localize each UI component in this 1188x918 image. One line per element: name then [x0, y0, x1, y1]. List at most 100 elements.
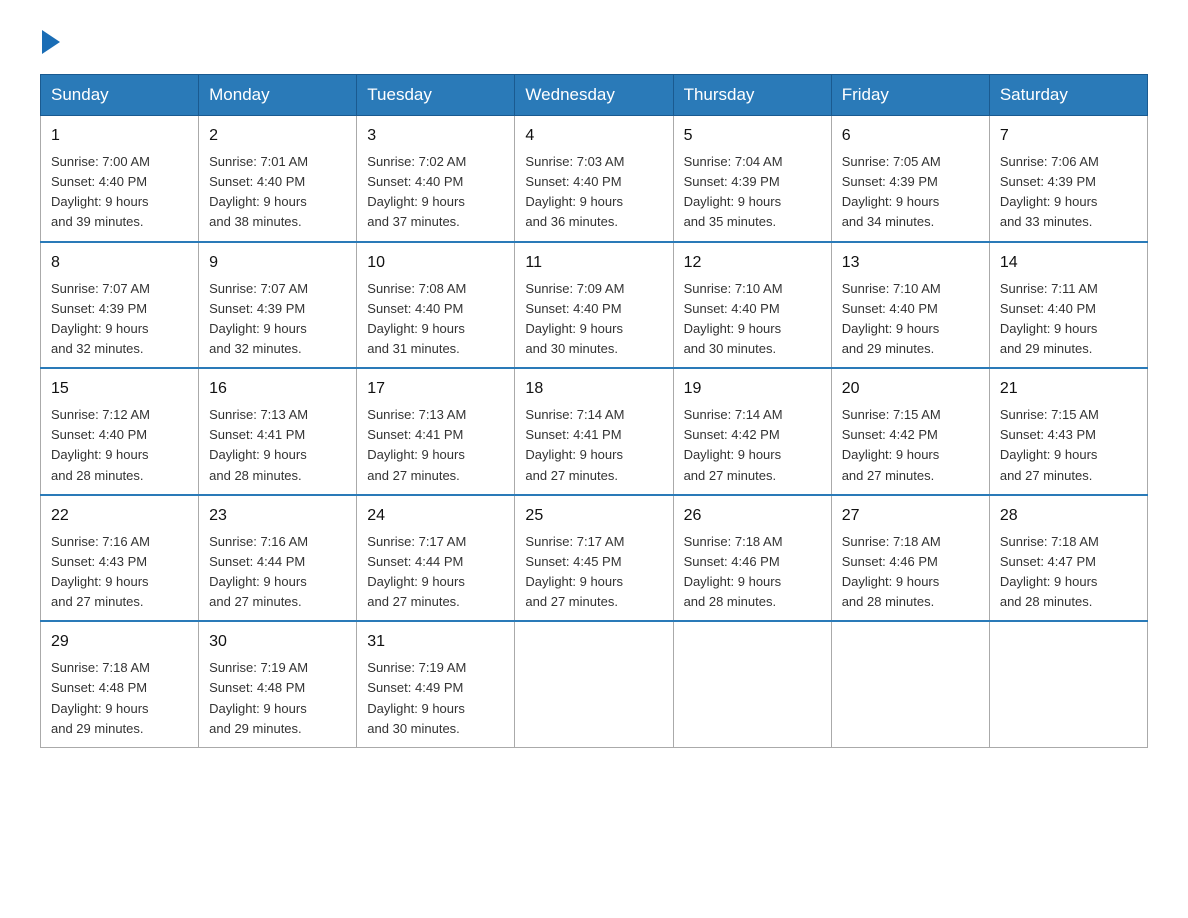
- day-info: Sunrise: 7:10 AMSunset: 4:40 PMDaylight:…: [684, 279, 821, 360]
- day-info: Sunrise: 7:07 AMSunset: 4:39 PMDaylight:…: [209, 279, 346, 360]
- day-info: Sunrise: 7:14 AMSunset: 4:42 PMDaylight:…: [684, 405, 821, 486]
- day-number: 10: [367, 251, 504, 275]
- day-number: 13: [842, 251, 979, 275]
- calendar-cell: 10 Sunrise: 7:08 AMSunset: 4:40 PMDayligh…: [357, 242, 515, 369]
- calendar-cell: 13 Sunrise: 7:10 AMSunset: 4:40 PMDayligh…: [831, 242, 989, 369]
- day-info: Sunrise: 7:08 AMSunset: 4:40 PMDaylight:…: [367, 279, 504, 360]
- calendar-cell: 18 Sunrise: 7:14 AMSunset: 4:41 PMDayligh…: [515, 368, 673, 495]
- calendar-cell: 31Sunrise: 7:19 AMSunset: 4:49 PMDayligh…: [357, 621, 515, 747]
- day-number: 11: [525, 251, 662, 275]
- calendar-cell: [673, 621, 831, 747]
- calendar-cell: 8Sunrise: 7:07 AMSunset: 4:39 PMDaylight…: [41, 242, 199, 369]
- day-number: 4: [525, 124, 662, 148]
- calendar-cell: 30Sunrise: 7:19 AMSunset: 4:48 PMDayligh…: [199, 621, 357, 747]
- day-info: Sunrise: 7:15 AMSunset: 4:43 PMDaylight:…: [1000, 405, 1137, 486]
- calendar-cell: 4 Sunrise: 7:03 AMSunset: 4:40 PMDaylight…: [515, 116, 673, 242]
- calendar-cell: 1 Sunrise: 7:00 AMSunset: 4:40 PMDaylight…: [41, 116, 199, 242]
- day-number: 23: [209, 504, 346, 528]
- day-number: 9: [209, 251, 346, 275]
- weekday-header-wednesday: Wednesday: [515, 75, 673, 116]
- day-number: 20: [842, 377, 979, 401]
- calendar-cell: 3 Sunrise: 7:02 AMSunset: 4:40 PMDaylight…: [357, 116, 515, 242]
- day-info: Sunrise: 7:14 AMSunset: 4:41 PMDaylight:…: [525, 405, 662, 486]
- calendar-cell: 19 Sunrise: 7:14 AMSunset: 4:42 PMDayligh…: [673, 368, 831, 495]
- weekday-header-thursday: Thursday: [673, 75, 831, 116]
- day-number: 24: [367, 504, 504, 528]
- day-number: 15: [51, 377, 188, 401]
- day-number: 31: [367, 630, 504, 654]
- day-info: Sunrise: 7:13 AMSunset: 4:41 PMDaylight:…: [209, 405, 346, 486]
- day-number: 28: [1000, 504, 1137, 528]
- calendar-cell: 9 Sunrise: 7:07 AMSunset: 4:39 PMDaylight…: [199, 242, 357, 369]
- day-info: Sunrise: 7:04 AMSunset: 4:39 PMDaylight:…: [684, 152, 821, 233]
- calendar-cell: 12 Sunrise: 7:10 AMSunset: 4:40 PMDayligh…: [673, 242, 831, 369]
- calendar-cell: 27 Sunrise: 7:18 AMSunset: 4:46 PMDayligh…: [831, 495, 989, 622]
- day-number: 17: [367, 377, 504, 401]
- calendar-cell: [515, 621, 673, 747]
- day-number: 6: [842, 124, 979, 148]
- day-info: Sunrise: 7:10 AMSunset: 4:40 PMDaylight:…: [842, 279, 979, 360]
- day-info: Sunrise: 7:02 AMSunset: 4:40 PMDaylight:…: [367, 152, 504, 233]
- calendar-week-row: 1 Sunrise: 7:00 AMSunset: 4:40 PMDaylight…: [41, 116, 1148, 242]
- day-info: Sunrise: 7:17 AMSunset: 4:45 PMDaylight:…: [525, 532, 662, 613]
- day-info: Sunrise: 7:06 AMSunset: 4:39 PMDaylight:…: [1000, 152, 1137, 233]
- day-number: 18: [525, 377, 662, 401]
- calendar-cell: 28 Sunrise: 7:18 AMSunset: 4:47 PMDayligh…: [989, 495, 1147, 622]
- weekday-header-saturday: Saturday: [989, 75, 1147, 116]
- day-info: Sunrise: 7:09 AMSunset: 4:40 PMDaylight:…: [525, 279, 662, 360]
- day-info: Sunrise: 7:17 AMSunset: 4:44 PMDaylight:…: [367, 532, 504, 613]
- page-header: [40, 30, 1148, 54]
- day-info: Sunrise: 7:13 AMSunset: 4:41 PMDaylight:…: [367, 405, 504, 486]
- day-number: 19: [684, 377, 821, 401]
- calendar-cell: [989, 621, 1147, 747]
- day-number: 26: [684, 504, 821, 528]
- weekday-header-row: SundayMondayTuesdayWednesdayThursdayFrid…: [41, 75, 1148, 116]
- calendar-cell: 22 Sunrise: 7:16 AMSunset: 4:43 PMDayligh…: [41, 495, 199, 622]
- day-info: Sunrise: 7:18 AMSunset: 4:48 PMDaylight:…: [51, 658, 188, 739]
- day-number: 5: [684, 124, 821, 148]
- calendar-cell: 5 Sunrise: 7:04 AMSunset: 4:39 PMDaylight…: [673, 116, 831, 242]
- day-info: Sunrise: 7:01 AMSunset: 4:40 PMDaylight:…: [209, 152, 346, 233]
- calendar-week-row: 29 Sunrise: 7:18 AMSunset: 4:48 PMDayligh…: [41, 621, 1148, 747]
- day-info: Sunrise: 7:12 AMSunset: 4:40 PMDaylight:…: [51, 405, 188, 486]
- day-info: Sunrise: 7:18 AMSunset: 4:46 PMDaylight:…: [684, 532, 821, 613]
- day-info: Sunrise: 7:18 AMSunset: 4:46 PMDaylight:…: [842, 532, 979, 613]
- calendar-week-row: 15 Sunrise: 7:12 AMSunset: 4:40 PMDayligh…: [41, 368, 1148, 495]
- calendar-cell: 20 Sunrise: 7:15 AMSunset: 4:42 PMDayligh…: [831, 368, 989, 495]
- day-number: 25: [525, 504, 662, 528]
- day-number: 27: [842, 504, 979, 528]
- calendar-cell: 14 Sunrise: 7:11 AMSunset: 4:40 PMDayligh…: [989, 242, 1147, 369]
- day-info: Sunrise: 7:16 AMSunset: 4:43 PMDaylight:…: [51, 532, 188, 613]
- day-number: 7: [1000, 124, 1137, 148]
- calendar-cell: 21Sunrise: 7:15 AMSunset: 4:43 PMDayligh…: [989, 368, 1147, 495]
- day-info: Sunrise: 7:05 AMSunset: 4:39 PMDaylight:…: [842, 152, 979, 233]
- calendar-table: SundayMondayTuesdayWednesdayThursdayFrid…: [40, 74, 1148, 748]
- calendar-cell: 23 Sunrise: 7:16 AMSunset: 4:44 PMDayligh…: [199, 495, 357, 622]
- logo: [40, 30, 62, 54]
- day-info: Sunrise: 7:18 AMSunset: 4:47 PMDaylight:…: [1000, 532, 1137, 613]
- calendar-week-row: 22 Sunrise: 7:16 AMSunset: 4:43 PMDayligh…: [41, 495, 1148, 622]
- day-info: Sunrise: 7:00 AMSunset: 4:40 PMDaylight:…: [51, 152, 188, 233]
- logo-triangle-icon: [42, 30, 60, 54]
- day-info: Sunrise: 7:15 AMSunset: 4:42 PMDaylight:…: [842, 405, 979, 486]
- calendar-cell: 15 Sunrise: 7:12 AMSunset: 4:40 PMDayligh…: [41, 368, 199, 495]
- calendar-cell: 24 Sunrise: 7:17 AMSunset: 4:44 PMDayligh…: [357, 495, 515, 622]
- day-number: 30: [209, 630, 346, 654]
- day-number: 16: [209, 377, 346, 401]
- day-info: Sunrise: 7:11 AMSunset: 4:40 PMDaylight:…: [1000, 279, 1137, 360]
- day-number: 22: [51, 504, 188, 528]
- day-number: 12: [684, 251, 821, 275]
- calendar-cell: 11 Sunrise: 7:09 AMSunset: 4:40 PMDayligh…: [515, 242, 673, 369]
- day-number: 3: [367, 124, 504, 148]
- day-info: Sunrise: 7:03 AMSunset: 4:40 PMDaylight:…: [525, 152, 662, 233]
- day-number: 14: [1000, 251, 1137, 275]
- calendar-cell: 29 Sunrise: 7:18 AMSunset: 4:48 PMDayligh…: [41, 621, 199, 747]
- calendar-week-row: 8Sunrise: 7:07 AMSunset: 4:39 PMDaylight…: [41, 242, 1148, 369]
- weekday-header-friday: Friday: [831, 75, 989, 116]
- day-number: 29: [51, 630, 188, 654]
- calendar-cell: 16 Sunrise: 7:13 AMSunset: 4:41 PMDayligh…: [199, 368, 357, 495]
- day-number: 1: [51, 124, 188, 148]
- day-info: Sunrise: 7:16 AMSunset: 4:44 PMDaylight:…: [209, 532, 346, 613]
- day-info: Sunrise: 7:07 AMSunset: 4:39 PMDaylight:…: [51, 279, 188, 360]
- calendar-cell: 26 Sunrise: 7:18 AMSunset: 4:46 PMDayligh…: [673, 495, 831, 622]
